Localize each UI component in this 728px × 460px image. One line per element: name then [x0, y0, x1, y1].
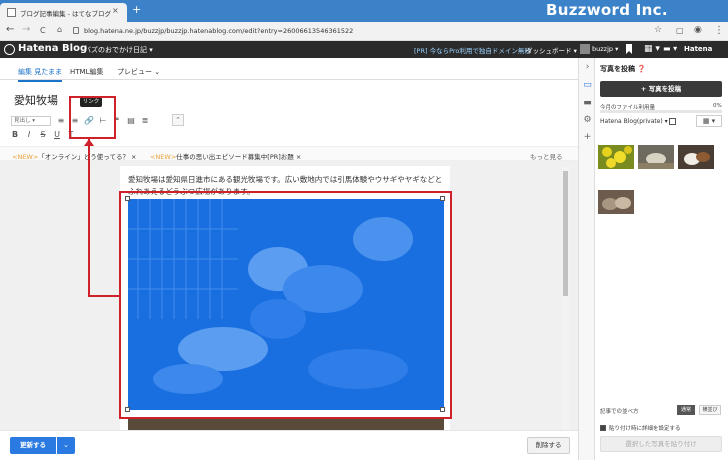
hatena-header: Hatena Blog バズのおでかけ日記 ▾ [PR] 今ならPro利用で独自…: [0, 41, 728, 58]
notifications-icon[interactable]: ▬ ▾: [663, 44, 677, 53]
tip-text: 仕事の思い出エピソード募集中[PR]お題 ×: [176, 153, 302, 161]
photo-panel-icon[interactable]: ▭: [583, 80, 592, 90]
italic-icon[interactable]: I: [22, 130, 36, 139]
close-tab-icon[interactable]: ×: [112, 6, 119, 15]
apps-grid-icon[interactable]: ▦ ▾: [644, 44, 660, 54]
new-badge: <NEW>: [150, 153, 177, 161]
sort-normal-button[interactable]: 通常: [677, 405, 695, 415]
tip-item[interactable]: <NEW>仕事の思い出エピソード募集中[PR]お題 ×: [150, 151, 301, 161]
side-rail: › ▭ ▬ ⚙ +: [578, 58, 595, 460]
home-icon[interactable]: ⌂: [57, 25, 62, 34]
tip-item[interactable]: <NEW>「オンライン」どう使ってる？ ×: [12, 151, 136, 161]
underline-icon[interactable]: U: [50, 130, 64, 139]
annotation-arrow-line: [88, 139, 90, 297]
back-arrow-icon[interactable]: ←: [6, 24, 14, 35]
forward-arrow-icon[interactable]: →: [22, 24, 30, 35]
view-toggle-button[interactable]: ▦ ▾: [696, 115, 722, 127]
photo-thumbnail[interactable]: [678, 145, 714, 169]
browser-tab-strip: ブログ記事編集 - はてなブログ × + Buzzword Inc.: [0, 0, 728, 22]
browser-menu-icon[interactable]: ⋮: [714, 25, 724, 36]
photo-panel: 写真を投稿 ❓ + 写真を投稿 今月のファイル利用量 0% Hatena Blo…: [595, 58, 728, 460]
avatar[interactable]: [580, 44, 590, 54]
pro-promo-link[interactable]: [PR] 今ならPro利用で独自ドメイン無料: [414, 45, 531, 55]
photo-highlight-box: [119, 191, 452, 419]
lock-icon: [73, 27, 79, 34]
bookmark-icon[interactable]: [626, 44, 632, 54]
editor-tips-bar: <NEW>「オンライン」どう使ってる？ × <NEW>仕事の思い出エピソード募集…: [0, 146, 578, 161]
paste-selected-photos-button[interactable]: 選択した写真を貼り付け: [600, 436, 722, 452]
post-photo-button[interactable]: + 写真を投稿: [600, 81, 722, 97]
photo-thumbnail[interactable]: [598, 145, 634, 169]
gear-icon[interactable]: ⚙: [583, 115, 592, 125]
scroll-thumb[interactable]: [563, 171, 568, 296]
collapse-toolbar-button[interactable]: ⌃: [172, 114, 184, 126]
collapse-panel-icon[interactable]: ›: [583, 62, 592, 72]
add-icon[interactable]: +: [583, 132, 592, 142]
annotation-arrow-line: [88, 295, 121, 297]
tab-html[interactable]: HTML編集: [70, 67, 103, 77]
user-menu[interactable]: buzzjp ▾: [592, 45, 618, 53]
table-icon[interactable]: ▤: [124, 116, 138, 125]
browser-tab-title: ブログ記事編集 - はてなブログ: [20, 10, 111, 18]
account-icon[interactable]: ◉: [694, 25, 702, 35]
paste-detail-checkbox[interactable]: [600, 425, 606, 431]
photo-thumbnail[interactable]: [598, 190, 634, 214]
bold-icon[interactable]: B: [8, 130, 22, 139]
folder-icon[interactable]: ▬: [583, 98, 592, 108]
hatena-logo-icon: [4, 44, 15, 55]
strikethrough-icon[interactable]: S: [36, 130, 50, 139]
usage-bar: [600, 110, 722, 113]
delete-button[interactable]: 削除する: [527, 437, 570, 454]
photo-panel-title: 写真を投稿 ❓: [600, 65, 647, 73]
next-photo-preview: [128, 418, 444, 430]
sort-label: 記事での並べ方: [600, 409, 639, 415]
tab-preview[interactable]: プレビュー ⌄: [117, 67, 160, 77]
annotation-arrow-head: [84, 139, 94, 146]
dashboard-menu[interactable]: ダッシュボード ▾: [526, 45, 577, 55]
update-button[interactable]: 更新する: [10, 437, 56, 454]
editor-scrollbar[interactable]: [562, 166, 569, 431]
new-tab-button[interactable]: +: [132, 3, 141, 16]
brand-banner: Buzzword Inc.: [546, 1, 668, 19]
update-options-button[interactable]: ⌄: [57, 437, 75, 454]
blog-name-menu[interactable]: バズのおでかけ日記 ▾: [84, 45, 153, 55]
open-external-icon[interactable]: [669, 118, 676, 125]
album-select[interactable]: Hatena Blog(private) ▾: [600, 118, 668, 125]
editor-footer: 更新する ⌄ 削除する: [0, 430, 578, 460]
tips-more-link[interactable]: もっと見る: [530, 151, 563, 161]
sort-side-by-side-button[interactable]: 横並び: [699, 405, 721, 415]
photo-thumbnail[interactable]: [638, 145, 674, 169]
heading-format-select[interactable]: 見出し ▾: [11, 116, 51, 126]
link-button-highlight-box: [69, 96, 116, 139]
tab-wysiwyg[interactable]: 編集 見たまま: [18, 67, 63, 82]
post-title-input[interactable]: 愛知牧場: [14, 92, 58, 108]
paste-detail-label: 貼り付け時に詳細を設定する: [609, 426, 681, 432]
reload-icon[interactable]: C: [40, 26, 46, 35]
hatena-blog-logo[interactable]: Hatena Blog: [18, 43, 87, 54]
editor-mode-tabs: 編集 見たまま HTML編集 プレビュー ⌄: [0, 58, 578, 82]
new-badge: <NEW>: [12, 153, 39, 161]
url-field[interactable]: blog.hatena.ne.jp/buzzjp/buzzjp.hatenabl…: [84, 27, 353, 35]
extension-icon[interactable]: ▢: [676, 26, 684, 35]
bullet-list-icon[interactable]: ≡: [54, 116, 68, 125]
hatena-link[interactable]: Hatena: [684, 45, 712, 53]
align-icon[interactable]: ≣: [138, 116, 152, 125]
usage-value: 0%: [713, 103, 722, 109]
browser-tab[interactable]: ブログ記事編集 - はてなブログ ×: [0, 3, 127, 22]
bookmark-star-icon[interactable]: ☆: [654, 25, 662, 35]
paste-detail-option[interactable]: 貼り付け時に詳細を設定する: [600, 424, 681, 432]
toolbar-row-2: B I S U T: [8, 128, 78, 140]
blog-favicon-icon: [7, 8, 16, 17]
address-bar: ← → C ⌂ blog.hatena.ne.jp/buzzjp/buzzjp.…: [0, 22, 728, 41]
